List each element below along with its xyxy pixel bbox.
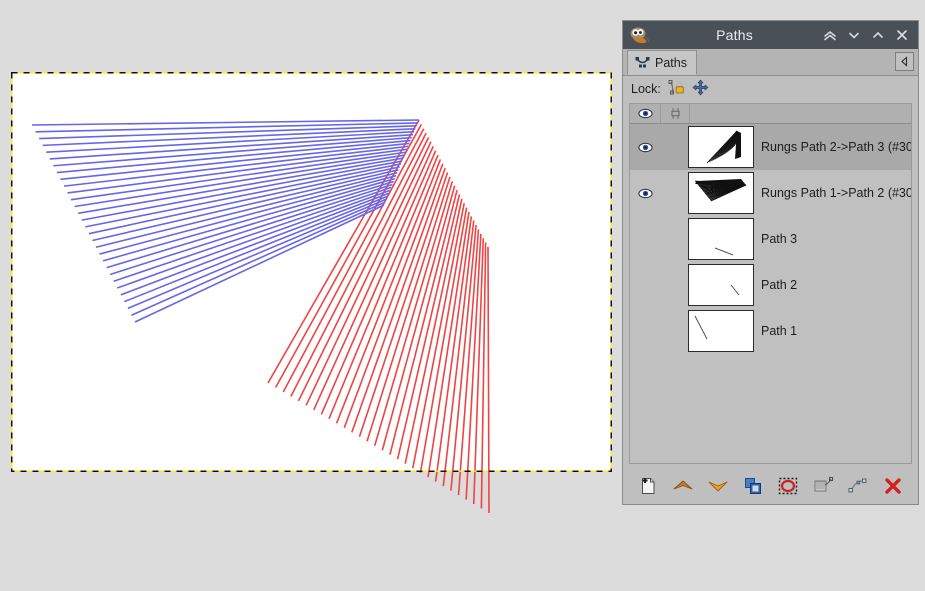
move-arrows-icon[interactable]: [692, 79, 709, 99]
duplicate-path-button[interactable]: [740, 473, 766, 499]
chevron-up-orange-icon: [673, 480, 693, 490]
duplicate-squares-icon: [745, 478, 762, 494]
path-to-selection-icon: [778, 477, 798, 495]
delete-path-button[interactable]: [880, 473, 906, 499]
path-name-label: Path 3: [761, 232, 798, 246]
chevron-down-button[interactable]: [842, 23, 866, 47]
chevron-down-orange-icon: [708, 481, 728, 492]
path-name-label: Rungs Path 2->Path 3 (#30): [761, 140, 912, 154]
tab-menu-triangle-icon: [901, 56, 908, 67]
path-to-selection-button[interactable]: [775, 473, 801, 499]
path-list-item[interactable]: Path 3: [630, 216, 911, 262]
red-x-icon: [884, 478, 901, 494]
visibility-toggle-eye-icon[interactable]: [630, 142, 660, 153]
chain-link-icon: [661, 104, 690, 123]
path-name-label: Path 1: [761, 324, 798, 338]
selection-to-path-button[interactable]: [810, 473, 836, 499]
paths-toolbar: [623, 468, 918, 504]
path-name-label: Rungs Path 1->Path 2 (#30): [761, 186, 912, 200]
path-thumbnail: [688, 310, 754, 352]
paths-list-header: [630, 104, 911, 124]
path-list-item[interactable]: Rungs Path 2->Path 3 (#30): [630, 124, 911, 170]
new-path-button[interactable]: [635, 473, 661, 499]
dialog-title: Paths: [716, 27, 753, 43]
path-list-item[interactable]: Rungs Path 1->Path 2 (#30): [630, 170, 911, 216]
lock-row: Lock:: [623, 76, 918, 101]
tab-paths[interactable]: Paths: [627, 50, 697, 75]
image-canvas-paper[interactable]: [11, 72, 612, 472]
new-page-plus-icon: [642, 478, 655, 494]
raise-path-button[interactable]: [670, 473, 696, 499]
path-thumbnail: [688, 172, 754, 214]
path-name-label: Path 2: [761, 278, 798, 292]
dialog-titlebar[interactable]: Paths: [623, 21, 918, 49]
paths-list-body[interactable]: Rungs Path 2->Path 3 (#30) Rungs Path 1->…: [630, 124, 911, 354]
wilber-icon: [630, 27, 650, 44]
paths-dialog: Paths Paths Lock: Rungs Path 2->Path 3 (…: [622, 20, 919, 505]
tab-label: Paths: [655, 55, 687, 70]
path-thumbnail: [688, 264, 754, 306]
dock-tab-strip: Paths: [623, 49, 918, 76]
path-list-item[interactable]: Path 2: [630, 262, 911, 308]
eye-icon: [630, 104, 661, 123]
selection-to-path-icon: [814, 477, 833, 492]
stroke-path-button[interactable]: [845, 473, 871, 499]
path-lock-icon[interactable]: [668, 79, 685, 99]
lock-label: Lock:: [631, 81, 661, 96]
chevron-up-button[interactable]: [866, 23, 890, 47]
visibility-toggle-eye-icon[interactable]: [630, 188, 660, 199]
path-thumbnail: [688, 126, 754, 168]
stroke-path-icon: [848, 478, 867, 493]
image-canvas-area[interactable]: [0, 0, 625, 591]
path-thumbnail: [688, 218, 754, 260]
header-spacer: [690, 104, 911, 123]
paths-tab-icon: [635, 57, 650, 68]
path-list-item[interactable]: Path 1: [630, 308, 911, 354]
collapse-all-button[interactable]: [818, 23, 842, 47]
lower-path-button[interactable]: [705, 473, 731, 499]
gimp-screen: Paths Paths Lock: Rungs Path 2->Path 3 (…: [0, 0, 925, 591]
paths-list[interactable]: Rungs Path 2->Path 3 (#30) Rungs Path 1->…: [629, 103, 912, 464]
close-button[interactable]: [890, 23, 914, 47]
tab-menu-button[interactable]: [895, 52, 914, 71]
